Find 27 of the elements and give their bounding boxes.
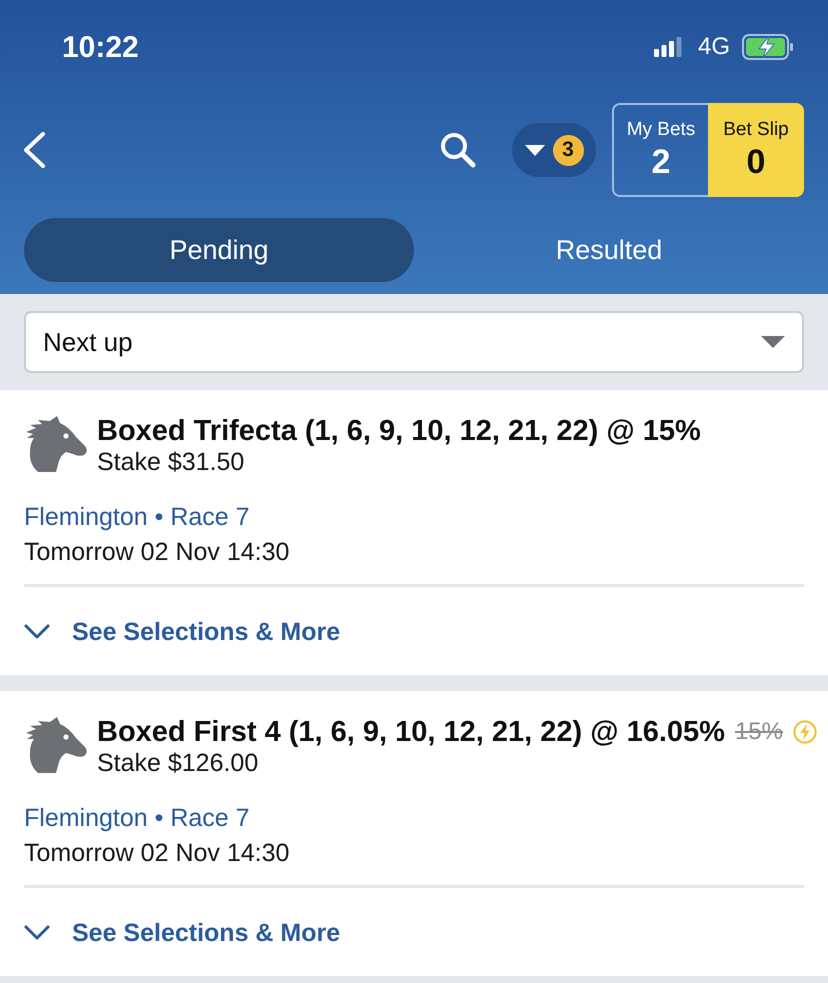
race-start-time: Tomorrow 02 Nov 14:30 [24, 537, 290, 567]
tab[interactable]: Pending [24, 218, 414, 282]
bet-title: Boxed Trifecta (1, 6, 9, 10, 12, 21, 22) @ 15% [97, 414, 701, 448]
see-selections-button[interactable]: See Selections & More [24, 617, 340, 647]
caret-icon [524, 144, 544, 156]
filter-button[interactable]: 3 [512, 123, 596, 177]
race-start-time: Tomorrow 02 Nov 14:30 [24, 838, 290, 868]
back-icon[interactable] [22, 132, 46, 168]
meeting-link[interactable]: Flemington • Race 7 [24, 803, 250, 833]
bet-slip-button[interactable]: Bet Slip 0 [708, 103, 804, 197]
filter-count-badge: 3 [552, 134, 584, 166]
network-type: 4G [698, 32, 730, 62]
search-icon[interactable] [440, 132, 476, 168]
original-rate: 15% [734, 717, 783, 747]
sort-dropdown[interactable]: Next up [24, 311, 804, 373]
status-time: 10:22 [62, 30, 139, 66]
horse-head-icon [24, 717, 88, 773]
signal-icon [654, 37, 682, 57]
see-selections-button[interactable]: See Selections & More [24, 918, 340, 948]
horse-head-icon [24, 416, 88, 472]
meeting-link[interactable]: Flemington • Race 7 [24, 502, 250, 532]
tab[interactable]: Resulted [414, 218, 804, 282]
bet-title: Boxed First 4 (1, 6, 9, 10, 12, 21, 22) @ 16.05% [97, 715, 725, 749]
battery-charging-icon [742, 34, 794, 60]
caret-icon [761, 336, 785, 348]
stake-amount: Stake $31.50 [97, 448, 246, 476]
stake-amount: Stake $126.00 [97, 749, 260, 777]
